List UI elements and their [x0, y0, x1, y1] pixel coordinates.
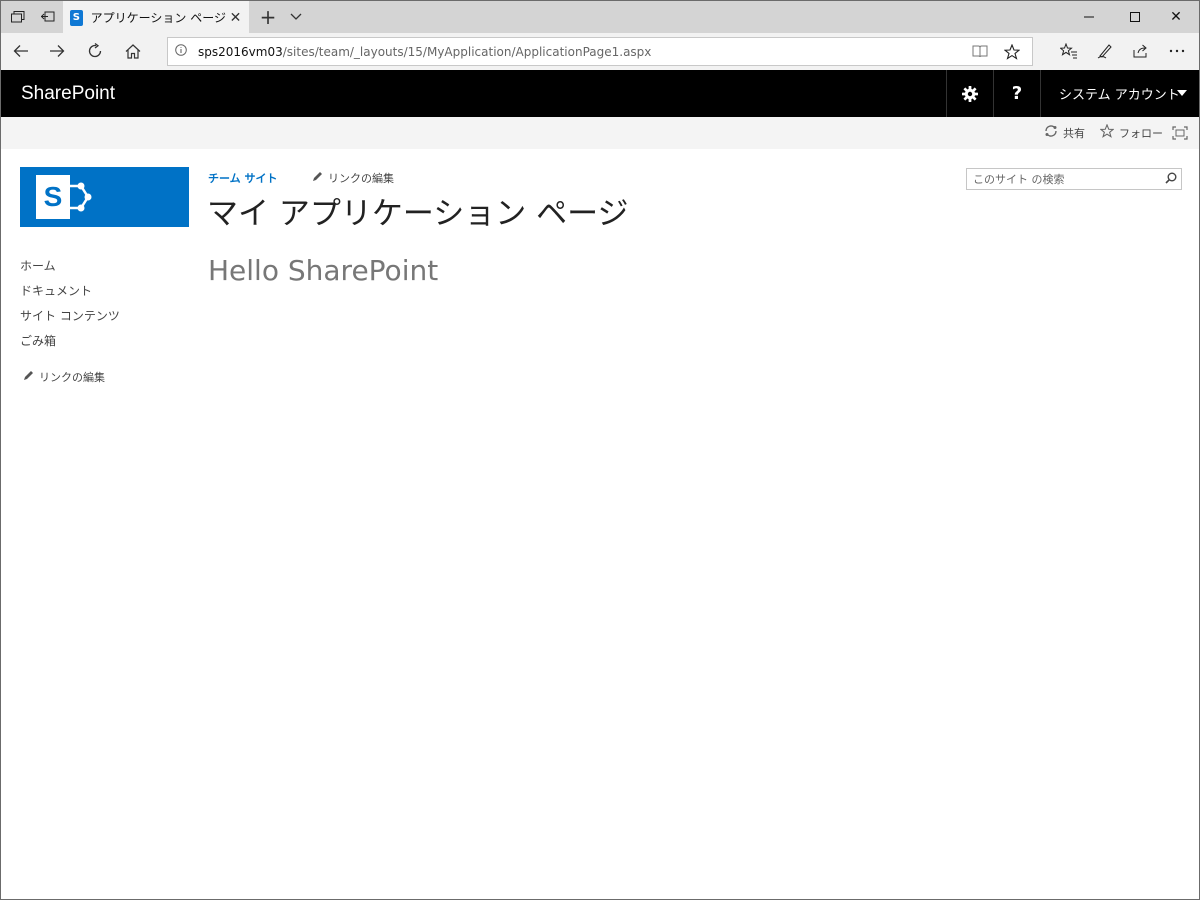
plus-icon[interactable]: +: [255, 1, 281, 33]
set-aside-icon[interactable]: [33, 1, 63, 33]
logo-graphic: [70, 182, 92, 212]
sharepoint-brand[interactable]: SharePoint: [21, 70, 115, 117]
user-name: システム アカウント: [1059, 88, 1180, 103]
pencil-icon: [23, 370, 34, 384]
reading-view-icon[interactable]: [964, 40, 996, 63]
page-title: マイ アプリケーション ページ: [207, 196, 629, 232]
edit-links-left[interactable]: リンクの編集: [23, 369, 105, 385]
suite-bar: SharePoint ? システム アカウント: [1, 70, 1199, 117]
window-close-icon[interactable]: ✕: [1153, 1, 1199, 33]
quick-launch-documents[interactable]: ドキュメント: [20, 282, 190, 307]
focus-icon[interactable]: [1172, 117, 1188, 149]
quick-launch-site-contents[interactable]: サイト コンテンツ: [20, 307, 190, 332]
share-button[interactable]: 共有: [1044, 117, 1085, 149]
follow-button[interactable]: フォロー: [1099, 117, 1163, 149]
quick-launch-recycle-bin[interactable]: ごみ箱: [20, 332, 190, 357]
edit-links-top[interactable]: リンクの編集: [312, 170, 394, 186]
sharepoint-favicon: S: [70, 9, 83, 26]
maximize-icon[interactable]: [1112, 1, 1158, 33]
close-icon[interactable]: ✕: [226, 6, 245, 30]
navigation-bar: sps2016vm03/sites/team/_layouts/15/MyApp…: [1, 33, 1199, 70]
user-menu[interactable]: システム アカウント: [1040, 70, 1199, 117]
breadcrumb-team-site[interactable]: チーム サイト: [208, 170, 278, 186]
quick-launch-home[interactable]: ホーム: [20, 257, 190, 282]
browser-window: S アプリケーション ページ ✕ + ✕ sps2016vm03/sites/t…: [0, 0, 1200, 900]
help-icon[interactable]: ?: [993, 70, 1040, 117]
pen-icon[interactable]: [1087, 35, 1123, 67]
chevron-down-icon[interactable]: [283, 1, 309, 33]
address-bar[interactable]: sps2016vm03/sites/team/_layouts/15/MyApp…: [167, 37, 1033, 66]
tab-active[interactable]: S アプリケーション ページ ✕: [63, 1, 249, 34]
info-icon[interactable]: [168, 44, 194, 59]
site-logo[interactable]: S: [20, 167, 189, 227]
favorites-icon[interactable]: [1051, 35, 1087, 67]
search-icon[interactable]: [1161, 172, 1181, 187]
minimize-icon[interactable]: [1066, 1, 1112, 33]
pencil-icon: [312, 171, 323, 185]
star-icon[interactable]: [996, 40, 1028, 63]
address-url[interactable]: sps2016vm03/sites/team/_layouts/15/MyApp…: [198, 45, 651, 59]
site-search-box[interactable]: このサイト の検索: [966, 168, 1182, 190]
share-icon[interactable]: [1123, 35, 1159, 67]
follow-star-icon: [1099, 123, 1115, 142]
caret-down-icon: [1177, 90, 1187, 96]
tab-title: アプリケーション ページ: [90, 11, 226, 25]
tab-strip: S アプリケーション ページ ✕ + ✕: [1, 1, 1199, 34]
quick-launch: ホーム ドキュメント サイト コンテンツ ごみ箱: [20, 257, 190, 357]
forward-arrow-icon[interactable]: [39, 35, 75, 67]
search-input[interactable]: このサイト の検索: [973, 171, 1161, 187]
tab-preview-icon[interactable]: [3, 1, 33, 33]
back-arrow-icon[interactable]: [3, 35, 39, 67]
ribbon-bar: 共有 フォロー: [1, 117, 1199, 149]
gear-icon[interactable]: [946, 70, 993, 117]
content-hello-text: Hello SharePoint: [208, 254, 439, 287]
sync-icon: [1044, 124, 1058, 142]
home-icon[interactable]: [115, 35, 151, 67]
more-icon[interactable]: [1159, 35, 1195, 67]
refresh-icon[interactable]: [77, 35, 113, 67]
logo-letter: S: [36, 175, 70, 219]
